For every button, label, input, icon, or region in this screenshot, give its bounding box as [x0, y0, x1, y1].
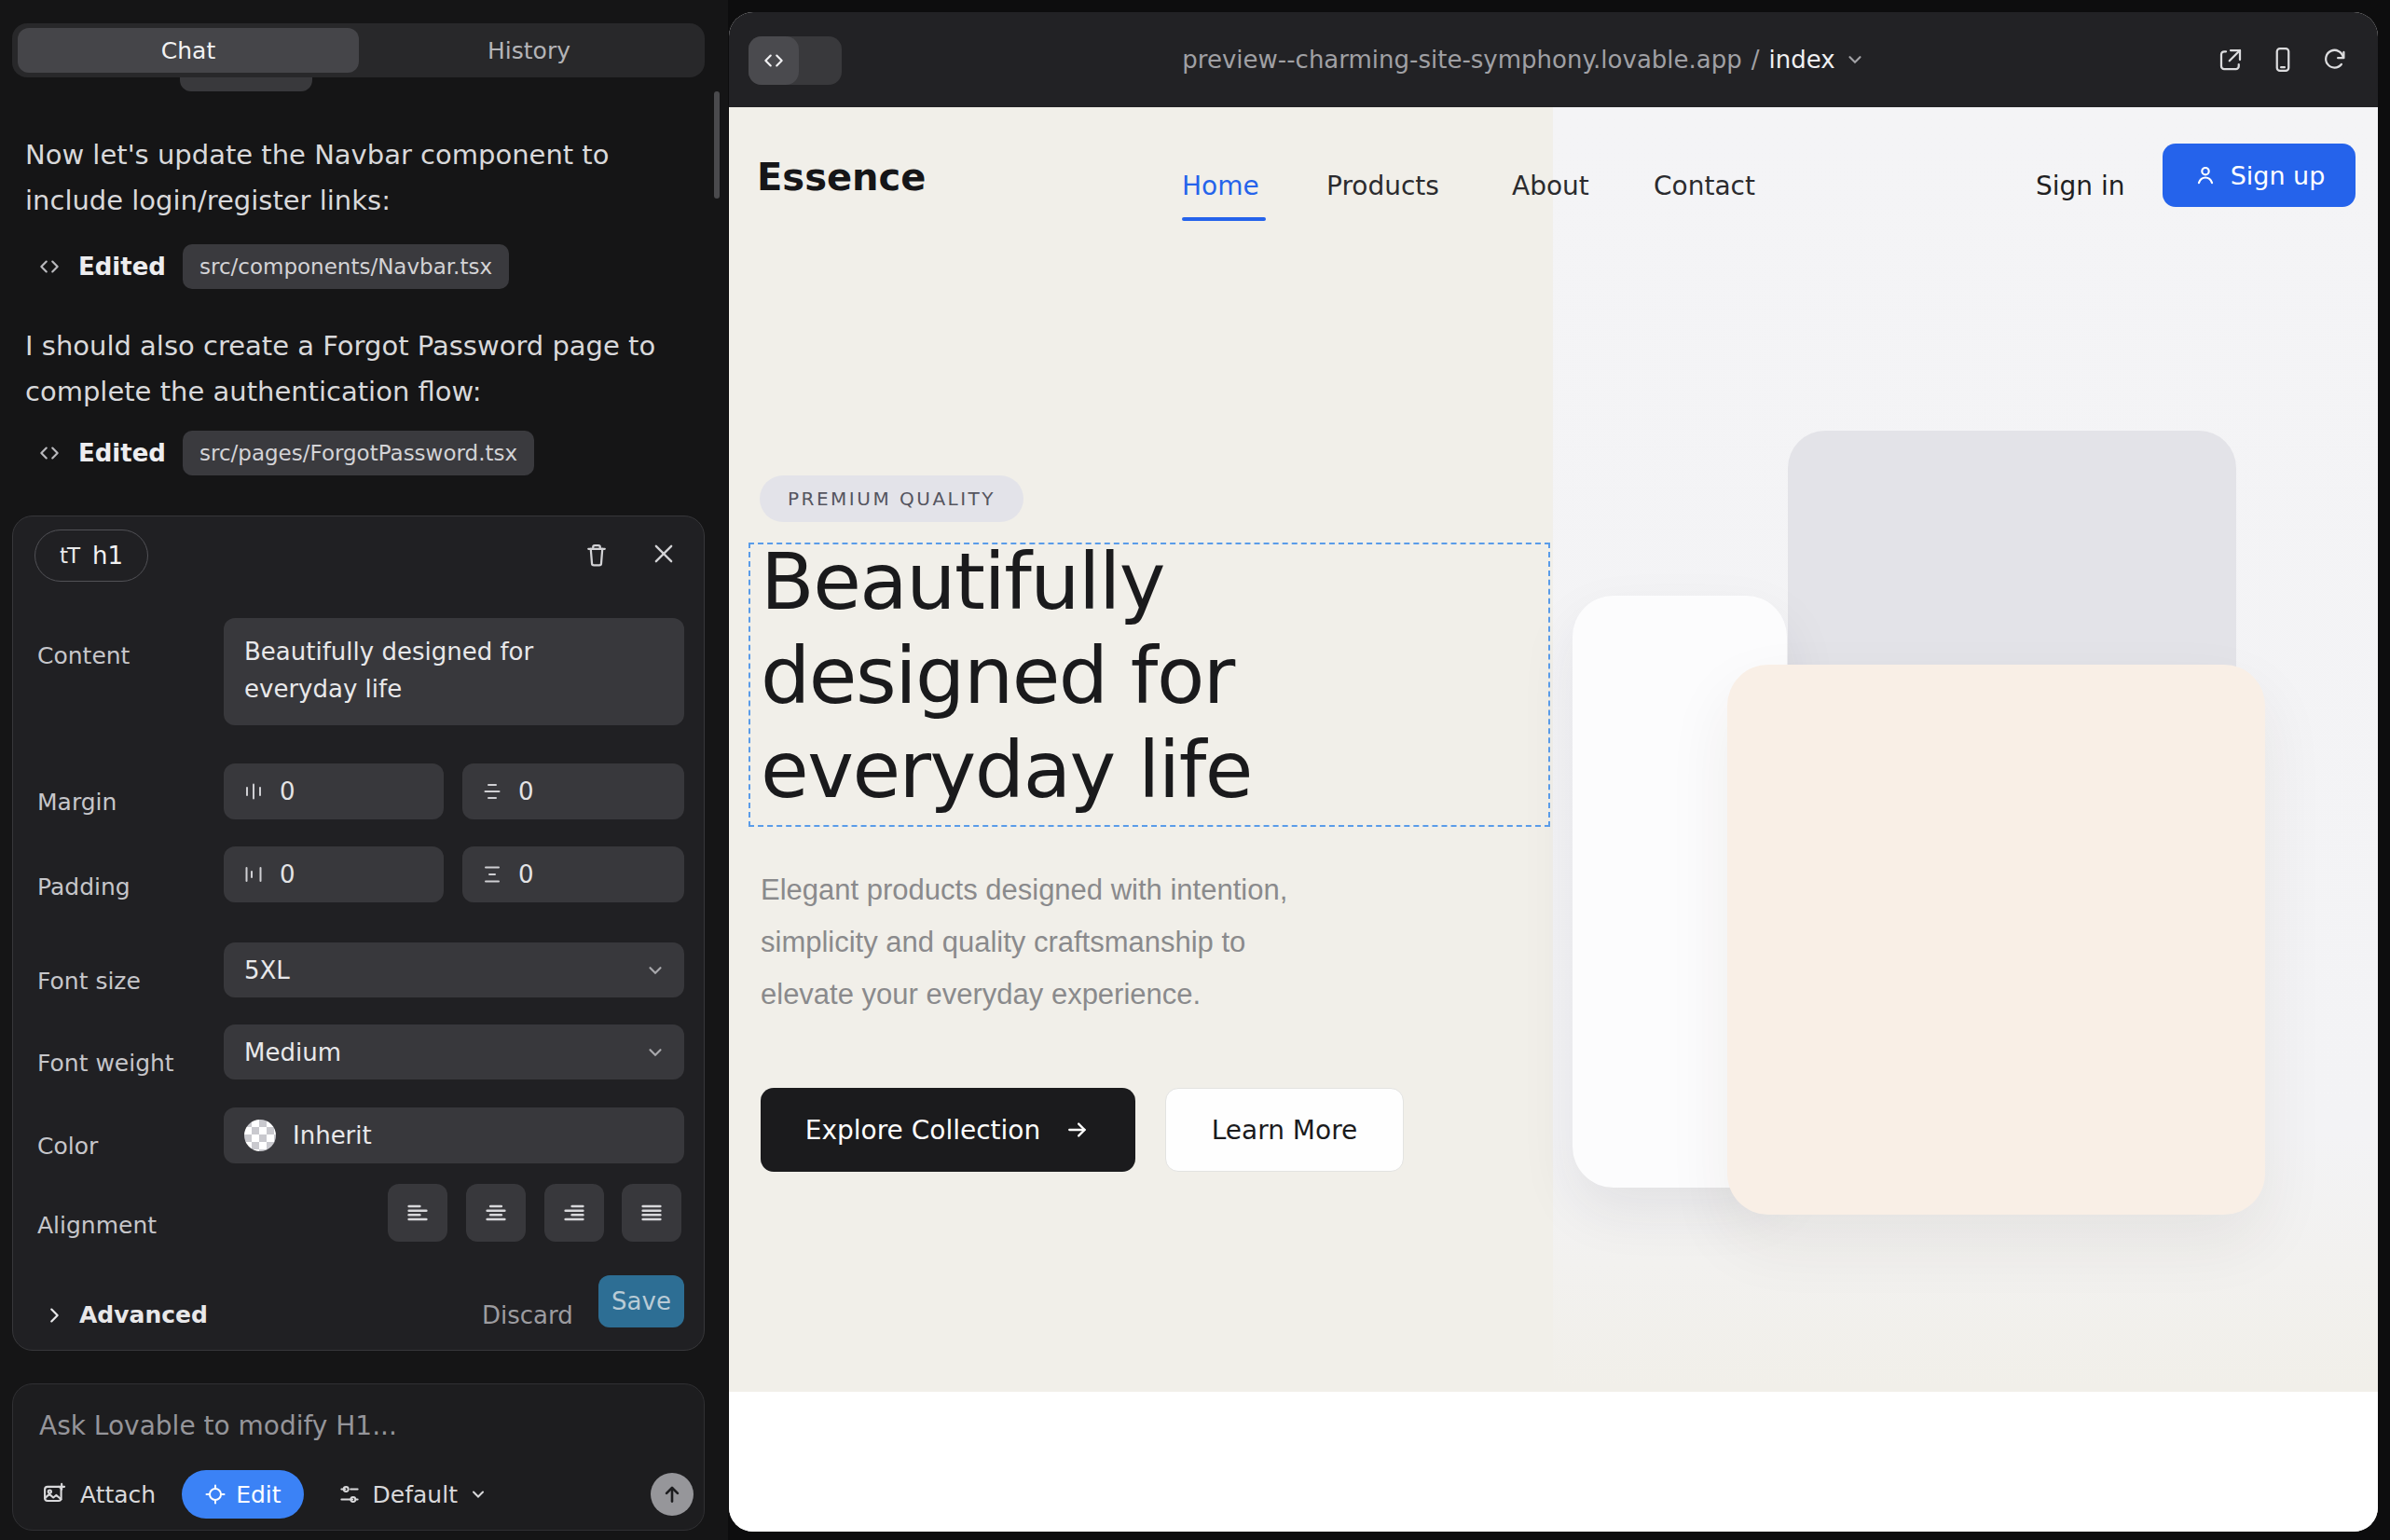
margin-y-value: 0	[518, 777, 534, 805]
padding-x-value: 0	[280, 860, 295, 888]
person-icon	[2193, 163, 2218, 187]
save-button[interactable]: Save	[598, 1275, 684, 1327]
refresh-icon[interactable]	[2321, 46, 2349, 74]
url-host: preview--charming-site-symphony.lovable.…	[1182, 46, 1741, 74]
site-logo[interactable]: Essence	[757, 156, 926, 199]
nav-home[interactable]: Home	[1182, 171, 1259, 201]
margin-x-icon	[242, 780, 265, 803]
content-label: Content	[37, 642, 130, 669]
padding-x-icon	[242, 863, 265, 886]
chevron-right-icon	[44, 1305, 64, 1326]
margin-x-value: 0	[280, 777, 295, 805]
tab-bar: Chat History	[12, 23, 705, 77]
padding-y-icon	[481, 863, 503, 886]
discard-button[interactable]: Discard	[482, 1301, 573, 1329]
element-tag-pill[interactable]: tT h1	[34, 529, 148, 582]
color-swatch	[244, 1120, 276, 1151]
scrollbar[interactable]	[714, 91, 720, 199]
chevron-down-icon	[645, 1042, 666, 1063]
color-value: Inherit	[293, 1121, 372, 1149]
margin-label: Margin	[37, 789, 117, 816]
decor-peach-card	[1727, 665, 2265, 1215]
code-icon	[37, 441, 62, 465]
margin-x-input[interactable]: 0	[224, 763, 444, 819]
padding-label: Padding	[37, 873, 130, 901]
advanced-toggle[interactable]: Advanced	[44, 1301, 208, 1328]
font-weight-value: Medium	[244, 1038, 341, 1066]
chevron-down-icon	[1845, 49, 1865, 70]
alignment-label: Alignment	[37, 1212, 157, 1239]
element-tag: h1	[92, 542, 123, 570]
font-size-select[interactable]: 5XL	[224, 942, 684, 997]
nav-contact[interactable]: Contact	[1654, 171, 1755, 201]
chat-message: I should also create a Forgot Password p…	[25, 323, 678, 415]
padding-y-value: 0	[518, 860, 534, 888]
font-size-value: 5XL	[244, 956, 290, 984]
site-preview: Essence Home Products About Contact Sign…	[729, 107, 2378, 1532]
edited-label: Edited	[78, 439, 166, 467]
align-right-button[interactable]	[544, 1184, 604, 1242]
hero-headline[interactable]: Beautifully designed for everyday life	[761, 535, 1339, 818]
element-editor-panel: tT h1 Content Beautifully designed for e…	[12, 516, 705, 1351]
margin-y-input[interactable]: 0	[462, 763, 684, 819]
padding-x-input[interactable]: 0	[224, 846, 444, 902]
font-size-label: Font size	[37, 968, 141, 995]
nav-products[interactable]: Products	[1326, 171, 1439, 201]
font-weight-label: Font weight	[37, 1050, 174, 1077]
align-center-button[interactable]	[466, 1184, 526, 1242]
file-chip[interactable]: src/components/Navbar.tsx	[183, 244, 509, 289]
nav-about[interactable]: About	[1512, 171, 1589, 201]
premium-badge: PREMIUM QUALITY	[760, 475, 1023, 522]
learn-more-button[interactable]: Learn More	[1165, 1088, 1404, 1172]
color-select[interactable]: Inherit	[224, 1107, 684, 1163]
mobile-view-icon[interactable]	[2269, 46, 2297, 74]
file-chip[interactable]: src/pages/ForgotPassword.tsx	[183, 431, 534, 475]
preview-browser: preview--charming-site-symphony.lovable.…	[729, 12, 2378, 1532]
send-button[interactable]	[651, 1473, 694, 1516]
tab-chat[interactable]: Chat	[18, 28, 359, 73]
explore-collection-button[interactable]: Explore Collection	[761, 1088, 1135, 1172]
chevron-down-icon	[469, 1485, 488, 1504]
crosshair-icon	[204, 1483, 227, 1506]
chat-panel: Chat History Now let's update the Navbar…	[0, 0, 728, 1540]
edit-mode-button[interactable]: Edit	[182, 1470, 303, 1519]
open-external-icon[interactable]	[2217, 46, 2245, 74]
arrow-right-icon	[1065, 1117, 1091, 1143]
url-bar[interactable]: preview--charming-site-symphony.lovable.…	[729, 12, 2378, 107]
url-separator: /	[1751, 46, 1760, 74]
delete-element-button[interactable]	[583, 541, 611, 569]
edited-file-row[interactable]: Edited src/components/Navbar.tsx	[37, 244, 509, 289]
attach-button[interactable]: Attach	[80, 1481, 156, 1508]
sliders-icon	[337, 1482, 362, 1506]
code-icon	[37, 254, 62, 279]
margin-y-icon	[481, 780, 503, 803]
url-page[interactable]: index	[1769, 46, 1835, 74]
tab-history[interactable]: History	[359, 28, 699, 73]
browser-chrome: preview--charming-site-symphony.lovable.…	[729, 12, 2378, 107]
color-label: Color	[37, 1133, 98, 1160]
align-justify-button[interactable]	[622, 1184, 681, 1242]
edited-file-row[interactable]: Edited src/pages/ForgotPassword.tsx	[37, 431, 534, 475]
chat-message: Now let's update the Navbar component to…	[25, 132, 678, 224]
chevron-down-icon	[645, 960, 666, 981]
typography-icon: tT	[60, 543, 79, 568]
close-editor-button[interactable]	[651, 541, 677, 567]
hero-paragraph: Elegant products designed with intention…	[761, 864, 1311, 1021]
padding-y-input[interactable]: 0	[462, 846, 684, 902]
content-input[interactable]: Beautifully designed for everyday life	[224, 618, 684, 725]
align-left-button[interactable]	[388, 1184, 447, 1242]
attach-icon[interactable]	[41, 1481, 67, 1507]
sign-in-link[interactable]: Sign in	[2036, 171, 2125, 201]
default-mode-button[interactable]: Default	[337, 1481, 488, 1508]
font-weight-select[interactable]: Medium	[224, 1024, 684, 1079]
composer-placeholder[interactable]: Ask Lovable to modify H1...	[39, 1410, 397, 1441]
chat-composer[interactable]: Ask Lovable to modify H1... Attach Edit …	[12, 1383, 705, 1531]
sign-up-button[interactable]: Sign up	[2163, 144, 2356, 207]
nav-active-underline	[1182, 217, 1266, 221]
edited-label: Edited	[78, 253, 166, 281]
